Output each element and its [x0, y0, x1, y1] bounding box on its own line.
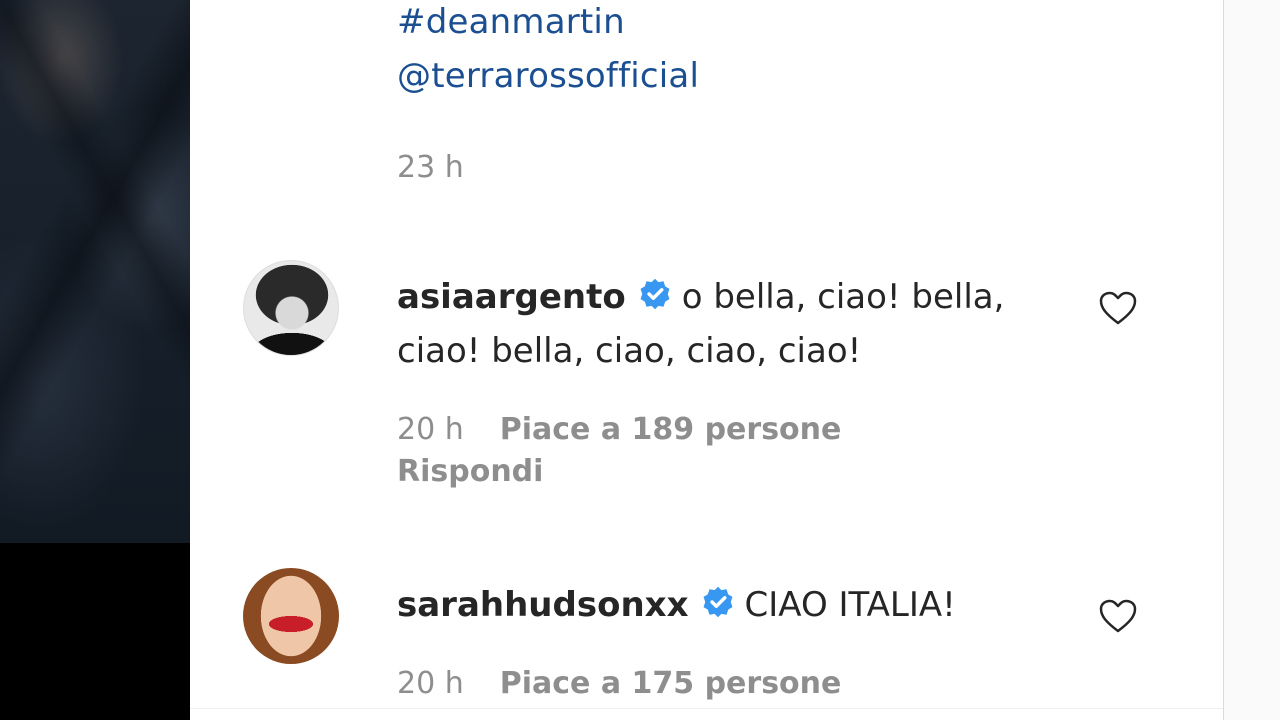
- comment-body: sarahhudsonxx CIAO ITALIA!: [397, 578, 1047, 632]
- heart-icon[interactable]: [1098, 598, 1138, 634]
- comment-likes[interactable]: Piace a 175 persone: [500, 666, 842, 701]
- verified-badge-icon: [703, 586, 732, 618]
- avatar[interactable]: [243, 568, 339, 664]
- heart-icon[interactable]: [1098, 290, 1138, 326]
- reply-button[interactable]: Rispondi: [397, 454, 543, 489]
- comments-panel: #deanmartin @terrarossofficial 23 h asia…: [190, 0, 1224, 720]
- comment-item: asiaargento o bella, ciao! bella, ciao! b…: [243, 260, 1143, 500]
- verified-badge-icon: [640, 278, 670, 310]
- comment-timestamp[interactable]: 20 h: [397, 412, 464, 447]
- mention-link[interactable]: @terrarossofficial: [397, 56, 699, 96]
- comment-meta: 20 h Piace a 189 persone: [397, 412, 841, 447]
- post-image: [0, 0, 190, 543]
- hashtag-link[interactable]: #deanmartin: [397, 2, 625, 42]
- post-photo: [0, 0, 190, 720]
- comment-meta: 20 h Piace a 175 persone: [397, 666, 841, 701]
- comment-item: sarahhudsonxx CIAO ITALIA! 20 h Piace a 17…: [243, 568, 1143, 708]
- comment-text: CIAO ITALIA!: [744, 585, 956, 625]
- comment-likes[interactable]: Piace a 189 persone: [500, 412, 842, 447]
- comment-username[interactable]: asiaargento: [397, 277, 626, 317]
- caption-timestamp[interactable]: 23 h: [397, 150, 464, 185]
- divider: [190, 708, 1223, 720]
- avatar[interactable]: [243, 260, 339, 356]
- comment-timestamp[interactable]: 20 h: [397, 666, 464, 701]
- comment-username[interactable]: sarahhudsonxx: [397, 585, 689, 625]
- comment-body: asiaargento o bella, ciao! bella, ciao! b…: [397, 270, 1047, 378]
